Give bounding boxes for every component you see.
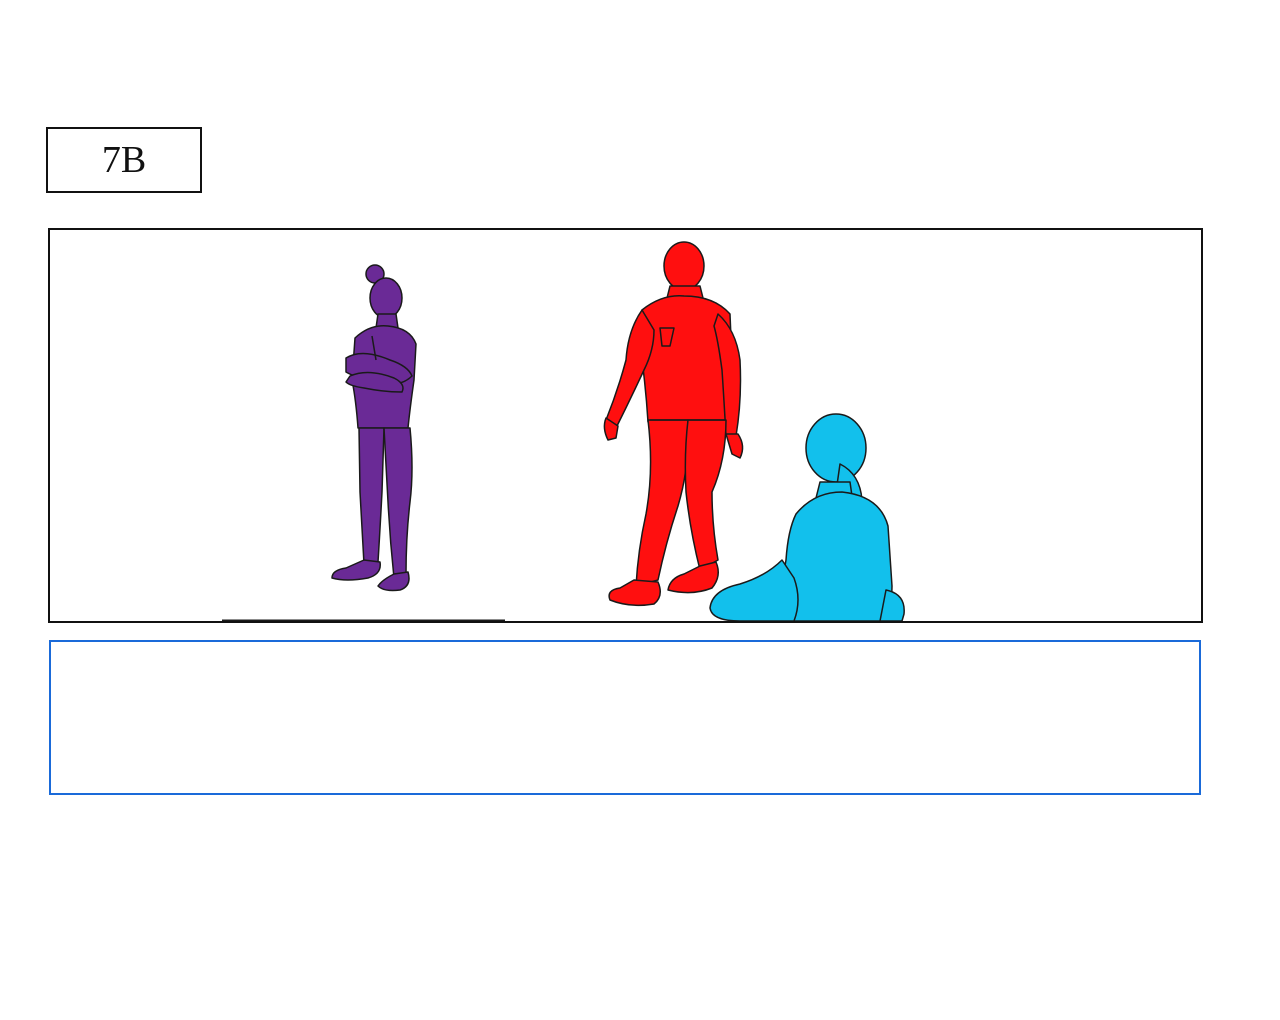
shot-number-label: 7B [46,127,202,193]
panel-drawing [222,241,905,621]
shot-number-text: 7B [101,139,147,181]
walking-figure [603,241,744,607]
standing-figure-arms-crossed [331,264,417,592]
caption-text-box[interactable] [49,640,1201,795]
storyboard-panel [48,228,1203,623]
